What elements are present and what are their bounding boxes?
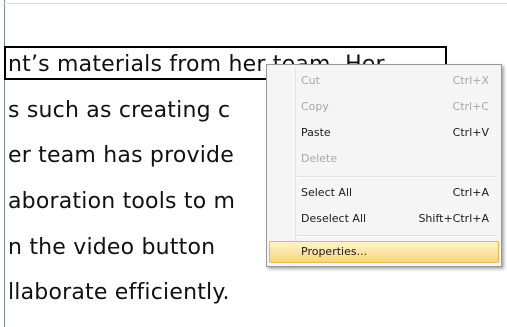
menu-item-label: Deselect All: [301, 212, 367, 225]
menu-item-delete[interactable]: Delete: [269, 148, 499, 170]
menu-item-label: Paste: [301, 126, 331, 139]
menu-item-shortcut: Ctrl+V: [452, 126, 489, 139]
menu-item-label: Delete: [301, 152, 338, 165]
document-text-line: aboration tools to m: [8, 189, 236, 214]
menu-item-shortcut: Ctrl+A: [452, 186, 489, 199]
menu-item-copy[interactable]: Copy Ctrl+C: [269, 96, 499, 118]
context-menu: Cut Ctrl+X Copy Ctrl+C Paste Ctrl+V Dele…: [266, 64, 502, 267]
document-text-line: llaborate efficiently.: [8, 280, 230, 305]
menu-item-shortcut: Ctrl+X: [452, 74, 489, 87]
document-text-line: s such as creating c: [8, 98, 231, 123]
menu-item-label: Properties...: [301, 245, 368, 258]
menu-item-label: Cut: [301, 74, 320, 87]
menu-item-cut[interactable]: Cut Ctrl+X: [269, 70, 499, 92]
menu-item-shortcut: Shift+Ctrl+A: [418, 212, 489, 225]
menu-separator: [297, 176, 497, 178]
menu-item-shortcut: Ctrl+C: [452, 100, 489, 113]
menu-separator: [297, 235, 497, 237]
menu-item-label: Copy: [301, 100, 329, 113]
menu-item-paste[interactable]: Paste Ctrl+V: [269, 122, 499, 144]
menu-item-properties[interactable]: Properties...: [269, 241, 499, 263]
document-frame-top-edge: [4, 3, 507, 4]
menu-item-label: Select All: [301, 186, 353, 199]
menu-item-select-all[interactable]: Select All Ctrl+A: [269, 182, 499, 204]
document-text-line: n the video button: [8, 235, 216, 260]
menu-item-deselect-all[interactable]: Deselect All Shift+Ctrl+A: [269, 208, 499, 230]
document-frame-left-edge: [4, 0, 5, 327]
document-text-line: er team has provide: [8, 143, 234, 168]
